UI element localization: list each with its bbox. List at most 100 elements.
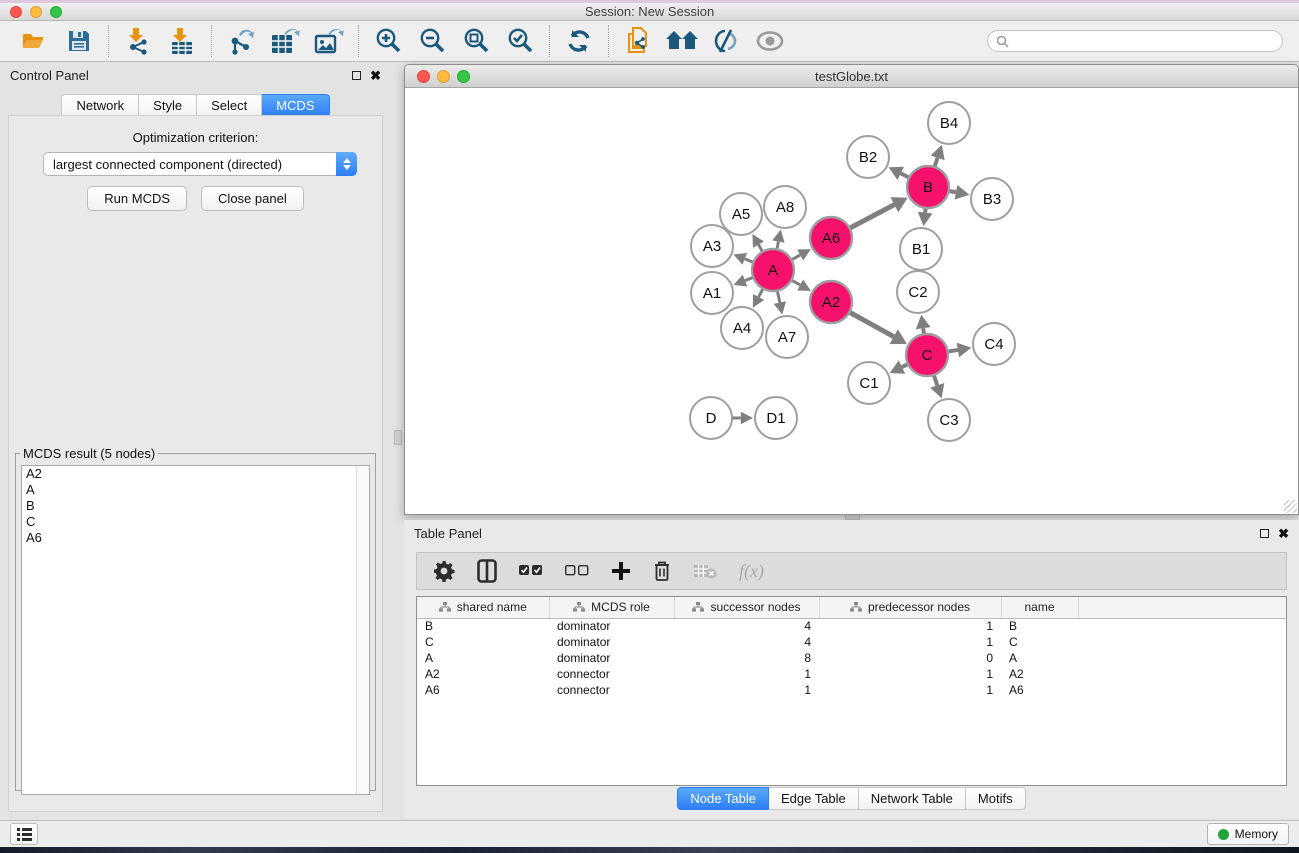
network-close-icon[interactable]: [417, 70, 430, 83]
run-mcds-button[interactable]: Run MCDS: [87, 186, 187, 211]
save-icon[interactable]: [60, 24, 98, 58]
close-panel-button[interactable]: Close panel: [201, 186, 304, 211]
graph-node-A3[interactable]: A3: [691, 225, 733, 267]
import-network-icon[interactable]: [119, 24, 157, 58]
toggle-graphics-details-icon[interactable]: [707, 24, 745, 58]
zoom-out-icon[interactable]: [413, 24, 451, 58]
task-history-button[interactable]: [10, 823, 38, 845]
resize-grip-icon[interactable]: [1284, 500, 1297, 513]
home-icon[interactable]: [663, 24, 701, 58]
result-item[interactable]: B: [22, 498, 369, 514]
result-item[interactable]: C: [22, 514, 369, 530]
cell[interactable]: dominator: [549, 650, 674, 666]
cell[interactable]: dominator: [549, 618, 674, 634]
table-row[interactable]: A2connector11A2: [417, 666, 1287, 682]
graph-node-C[interactable]: C: [906, 334, 948, 376]
deselect-all-checkboxes-icon[interactable]: [565, 565, 589, 577]
search-text-field[interactable]: [1014, 34, 1274, 48]
graph-node-A2[interactable]: A2: [810, 281, 852, 323]
cell[interactable]: 1: [819, 634, 1001, 650]
split-columns-icon[interactable]: [477, 559, 497, 583]
network-window-titlebar[interactable]: testGlobe.txt: [405, 65, 1298, 88]
memory-button[interactable]: Memory: [1207, 823, 1289, 845]
cell[interactable]: 4: [674, 618, 819, 634]
cell[interactable]: B: [417, 618, 549, 634]
graph-node-D[interactable]: D: [690, 397, 732, 439]
graph-node-B2[interactable]: B2: [847, 136, 889, 178]
delete-table-icon[interactable]: [693, 563, 717, 579]
gear-icon[interactable]: [433, 560, 455, 582]
cell[interactable]: C: [1001, 634, 1078, 650]
graph-node-B4[interactable]: B4: [928, 102, 970, 144]
table-close-panel-icon[interactable]: ✖: [1278, 529, 1289, 538]
cell[interactable]: 1: [674, 682, 819, 698]
close-window-icon[interactable]: [10, 6, 22, 18]
optimization-criterion-select[interactable]: largest connected component (directed): [43, 152, 357, 176]
tab-style[interactable]: Style: [139, 94, 197, 117]
refresh-icon[interactable]: [560, 24, 598, 58]
cell[interactable]: 1: [819, 682, 1001, 698]
cell[interactable]: A: [417, 650, 549, 666]
cell[interactable]: A6: [1001, 682, 1078, 698]
graph-node-B3[interactable]: B3: [971, 178, 1013, 220]
tab-network[interactable]: Network: [61, 94, 139, 117]
graph-node-C3[interactable]: C3: [928, 399, 970, 441]
eye-icon[interactable]: [751, 24, 789, 58]
search-input[interactable]: [987, 30, 1283, 52]
tab-mcds[interactable]: MCDS: [262, 94, 329, 117]
tab-motifs[interactable]: Motifs: [966, 787, 1026, 810]
cell[interactable]: 4: [674, 634, 819, 650]
cell[interactable]: 1: [674, 666, 819, 682]
cell[interactable]: connector: [549, 666, 674, 682]
table-float-panel-icon[interactable]: [1260, 529, 1269, 538]
cell[interactable]: 8: [674, 650, 819, 666]
result-item[interactable]: A: [22, 482, 369, 498]
delete-column-icon[interactable]: [653, 560, 671, 582]
graph-node-A7[interactable]: A7: [766, 316, 808, 358]
graph-node-C4[interactable]: C4: [973, 323, 1015, 365]
table-row[interactable]: Adominator80A: [417, 650, 1287, 666]
graph-node-B1[interactable]: B1: [900, 228, 942, 270]
graph-node-A4[interactable]: A4: [721, 307, 763, 349]
column-header-successor-nodes[interactable]: successor nodes: [674, 597, 819, 618]
column-header-shared-name[interactable]: shared name: [417, 597, 549, 618]
graph-node-D1[interactable]: D1: [755, 397, 797, 439]
network-zoom-icon[interactable]: [457, 70, 470, 83]
clone-network-icon[interactable]: [619, 24, 657, 58]
graph-node-A8[interactable]: A8: [764, 186, 806, 228]
graph-node-C1[interactable]: C1: [848, 362, 890, 404]
column-header-name[interactable]: name: [1001, 597, 1078, 618]
cell[interactable]: 1: [819, 618, 1001, 634]
network-minimize-icon[interactable]: [437, 70, 450, 83]
result-item[interactable]: A6: [22, 530, 369, 546]
function-builder-icon[interactable]: f(x): [739, 561, 764, 582]
float-panel-icon[interactable]: [352, 71, 361, 80]
cell[interactable]: C: [417, 634, 549, 650]
column-header-mcds-role[interactable]: MCDS role: [549, 597, 674, 618]
result-item[interactable]: A2: [22, 466, 369, 482]
zoom-fit-icon[interactable]: [457, 24, 495, 58]
column-header-predecessor-nodes[interactable]: predecessor nodes: [819, 597, 1001, 618]
graph-node-A[interactable]: A: [752, 249, 794, 291]
graph-node-A1[interactable]: A1: [691, 272, 733, 314]
import-table-icon[interactable]: [163, 24, 201, 58]
table-row[interactable]: Cdominator41C: [417, 634, 1287, 650]
tab-network-table[interactable]: Network Table: [859, 787, 966, 810]
cell[interactable]: A2: [1001, 666, 1078, 682]
zoom-window-icon[interactable]: [50, 6, 62, 18]
graph-node-B[interactable]: B: [907, 166, 949, 208]
export-image-icon[interactable]: [310, 24, 348, 58]
minimize-window-icon[interactable]: [30, 6, 42, 18]
cell[interactable]: connector: [549, 682, 674, 698]
network-canvas[interactable]: B4 B2 B B3 A5A8A6 A3 A B1 A1 A2 C2 A4A7 C4 C C1 D D1 C3: [405, 88, 1298, 514]
vertical-splitter-handle[interactable]: [394, 430, 402, 445]
tab-select[interactable]: Select: [197, 94, 262, 117]
export-network-icon[interactable]: [222, 24, 260, 58]
tab-edge-table[interactable]: Edge Table: [769, 787, 859, 810]
graph-node-A6[interactable]: A6: [810, 217, 852, 259]
table-row[interactable]: Bdominator41B: [417, 618, 1287, 634]
graph-node-C2[interactable]: C2: [897, 271, 939, 313]
cell[interactable]: dominator: [549, 634, 674, 650]
graph-node-A5[interactable]: A5: [720, 193, 762, 235]
zoom-in-icon[interactable]: [369, 24, 407, 58]
